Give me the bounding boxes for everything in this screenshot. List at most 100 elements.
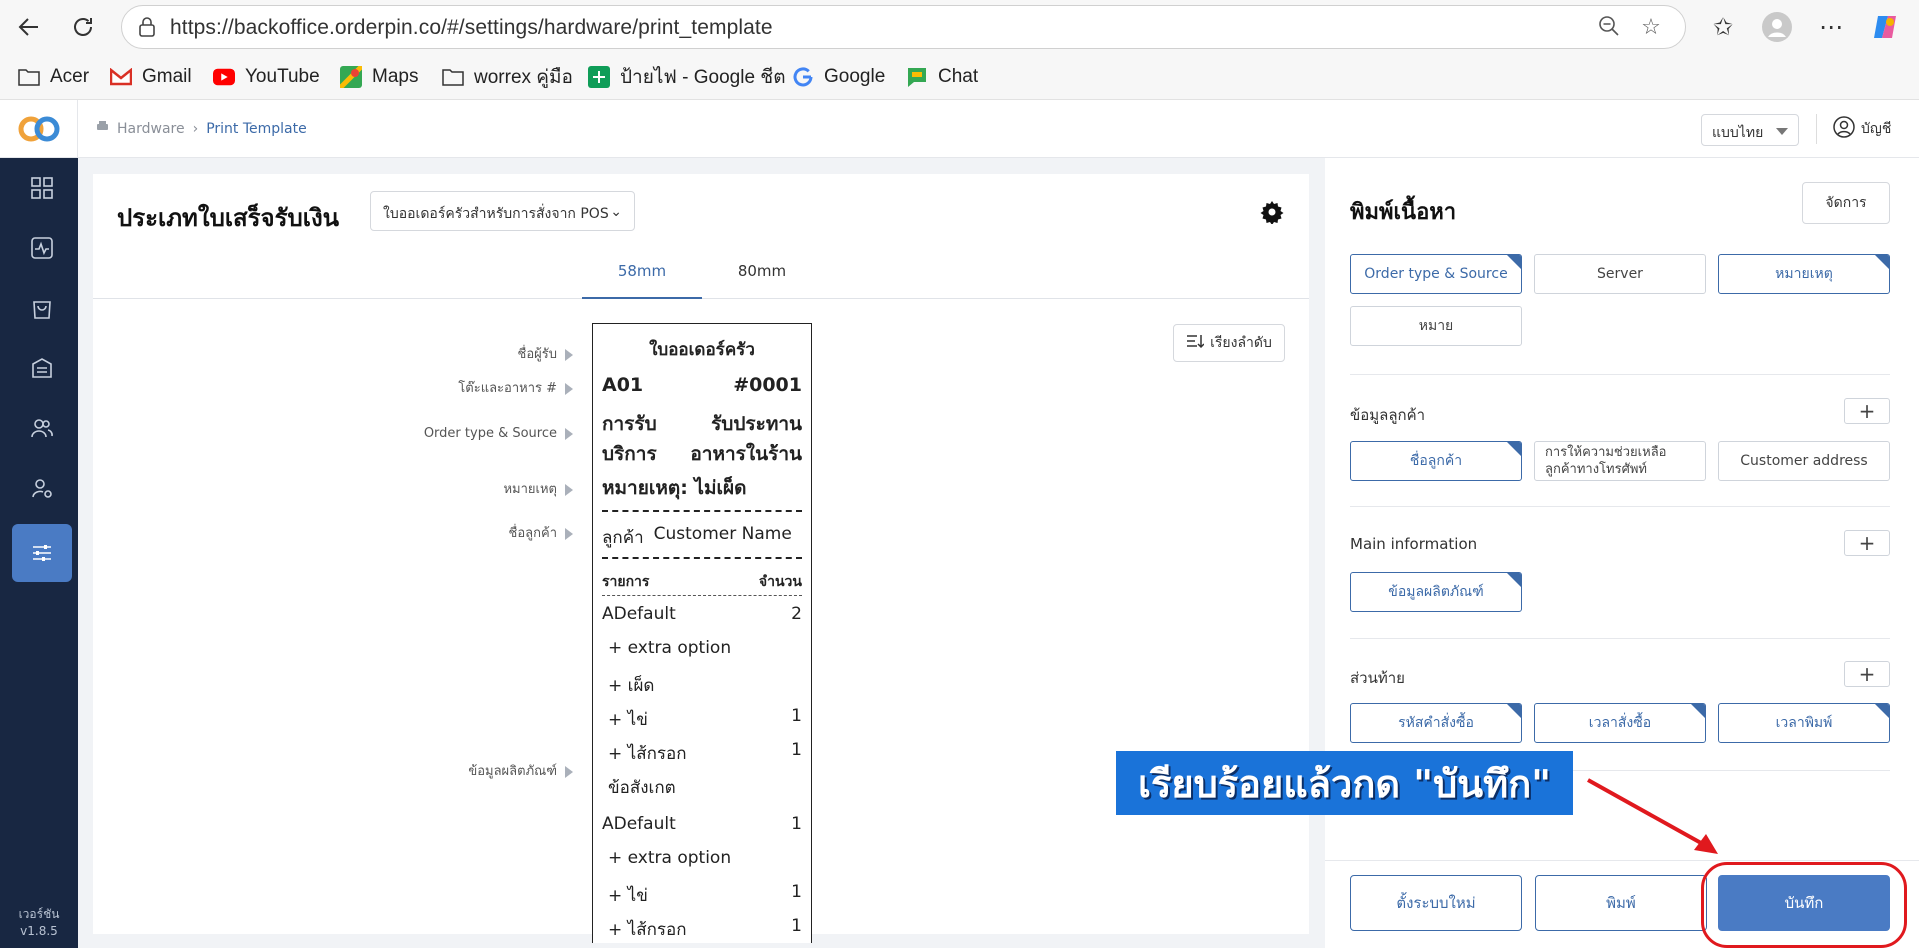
bookmark-youtube[interactable]: YouTube [213,64,320,90]
favorites-icon[interactable]: ✩ [1706,10,1740,44]
manage-button[interactable]: จัดการ [1802,182,1890,224]
lock-icon[interactable] [136,16,158,38]
language-select[interactable]: แบบไทย [1701,114,1799,146]
panel-title: พิมพ์เนื้อหา [1350,200,1457,225]
print-button[interactable]: พิมพ์ [1535,875,1707,931]
chip-order-type[interactable]: Order type & Source [1350,254,1522,294]
receipt-line-item: ข้อสังเกต [608,778,676,798]
breadcrumb-hardware[interactable]: Hardware [117,121,185,137]
add-customer-field-button[interactable]: + [1844,398,1890,424]
receipt-type-select[interactable]: ใบออเดอร์ครัวสำหรับการสั่งจาก POS ⌄ [370,191,635,231]
page-title: ประเภทใบเสร็จรับเงิน [117,204,340,232]
chip-customer-address[interactable]: Customer address [1718,441,1890,481]
chip-server[interactable]: Server [1534,254,1706,294]
breadcrumb-print-template[interactable]: Print Template [206,121,307,137]
shopping-bag-icon [33,301,51,319]
bookmark-maps[interactable]: Maps [340,64,418,90]
zoom-out-icon[interactable] [1596,15,1622,41]
breadcrumb: Hardware › Print Template [96,120,307,137]
folder-icon [18,66,40,88]
youtube-icon [213,66,235,88]
receipt-note: หมายเหตุ: ไม่เผ็ด [602,477,747,499]
version-info: เวอร์ชัน v1.8.5 [18,907,60,938]
account-menu[interactable]: บัญชี [1833,116,1891,142]
sheets-icon [588,66,610,88]
reload-icon[interactable] [66,10,100,44]
section-footer: ส่วนท้าย [1350,669,1405,687]
receipt-preview: ใบออเดอร์ครัว A01 #0001 การรับ รับประทาน… [592,323,812,943]
paper-size-tabs: 58mm 80mm [93,253,1309,299]
sidebar-item-settings[interactable] [12,524,72,582]
back-icon[interactable] [12,10,46,44]
chip-note[interactable]: หมายเหตุ [1718,254,1890,294]
receipt-line-item: + extra option [608,848,732,868]
profile-avatar[interactable] [1760,10,1794,44]
divider [1350,638,1890,639]
chip-note-2[interactable]: หมาย [1350,306,1522,346]
receipt-column-header: รายการ จำนวน [602,574,802,590]
bookmark-chat[interactable]: Chat [906,64,978,90]
url-text[interactable]: https://backoffice.orderpin.co/#/setting… [170,16,773,40]
maps-icon [340,66,362,88]
row-label-order-type[interactable]: Order type & Source [424,426,573,441]
copilot-icon[interactable] [1868,10,1902,44]
sidebar-item-customers[interactable] [12,399,72,457]
sliders-icon [33,545,51,561]
bookmark-google[interactable]: Google [792,64,885,90]
user-settings-icon [32,479,52,498]
row-label-receiver[interactable]: ชื่อผู้รับ [518,343,573,364]
bookmark-worrex[interactable]: worrex คู่มือ [442,64,573,90]
gear-icon[interactable] [1260,200,1284,225]
bookmark-sheets[interactable]: ป้ายไฟ - Google ชีต [588,64,786,90]
triangle-right-icon [565,765,573,778]
chip-product-info[interactable]: ข้อมูลผลิตภัณฑ์ [1350,572,1522,612]
divider [1350,374,1890,375]
receipt-line-item: + ไข่ 1 [608,706,802,730]
triangle-right-icon [565,348,573,361]
reset-button[interactable]: ตั้งระบบใหม่ [1350,875,1522,931]
receipt-line-item: + ไข่ 1 [608,882,802,906]
triangle-right-icon [565,527,573,540]
bookmark-gmail[interactable]: Gmail [110,64,192,90]
users-icon [31,419,53,438]
sidebar-item-dashboard[interactable] [12,159,72,217]
row-label-product[interactable]: ข้อมูลผลิตภัณฑ์ [468,760,573,781]
sidebar-item-store[interactable] [12,339,72,397]
add-main-field-button[interactable]: + [1844,530,1890,556]
sort-button[interactable]: เรียงลำดับ [1173,324,1285,362]
app-header: Hardware › Print Template แบบไทย บัญชี [0,100,1919,158]
more-icon[interactable]: ⋯ [1814,10,1848,44]
chip-order-code[interactable]: รหัสคำสั่งซื้อ [1350,703,1522,743]
activity-icon [31,237,53,259]
dashboard-icon [31,177,53,199]
row-label-note[interactable]: หมายเหตุ [503,478,573,499]
add-footer-field-button[interactable]: + [1844,661,1890,687]
gmail-icon [110,66,132,88]
sidebar-item-orders[interactable] [12,279,72,337]
chip-customer-name[interactable]: ชื่อลูกค้า [1350,441,1522,481]
chip-customer-phone[interactable]: การให้ความช่วยเหลือลูกค้าทางโทรศัพท์ [1534,441,1706,481]
printer-icon [96,120,109,137]
section-main-info: Main information [1350,535,1478,553]
row-label-table[interactable]: โต๊ะและอาหาร # [458,377,573,398]
divider [1816,114,1817,144]
tutorial-callout: เรียบร้อยแล้วกด "บันทึก" [1116,751,1573,815]
triangle-right-icon [565,382,573,395]
receipt-line-item: + เผ็ด [608,676,655,696]
star-icon[interactable]: ☆ [1638,15,1664,41]
tab-58mm[interactable]: 58mm [582,253,702,299]
chevron-down-icon: ⌄ [610,204,622,220]
store-icon [32,358,52,378]
save-highlight-ring [1701,862,1907,948]
sidebar-item-staff[interactable] [12,459,72,517]
row-label-customer[interactable]: ชื่อลูกค้า [509,522,573,543]
app-logo[interactable] [0,100,78,158]
tab-80mm[interactable]: 80mm [702,253,822,299]
address-bar[interactable]: https://backoffice.orderpin.co/#/setting… [121,5,1686,49]
sidebar-item-reports[interactable] [12,219,72,277]
chat-icon [906,66,928,88]
chip-order-time[interactable]: เวลาสั่งซื้อ [1534,703,1706,743]
receipt-divider [602,557,802,559]
bookmark-acer[interactable]: Acer [18,64,89,90]
chip-print-time[interactable]: เวลาพิมพ์ [1718,703,1890,743]
